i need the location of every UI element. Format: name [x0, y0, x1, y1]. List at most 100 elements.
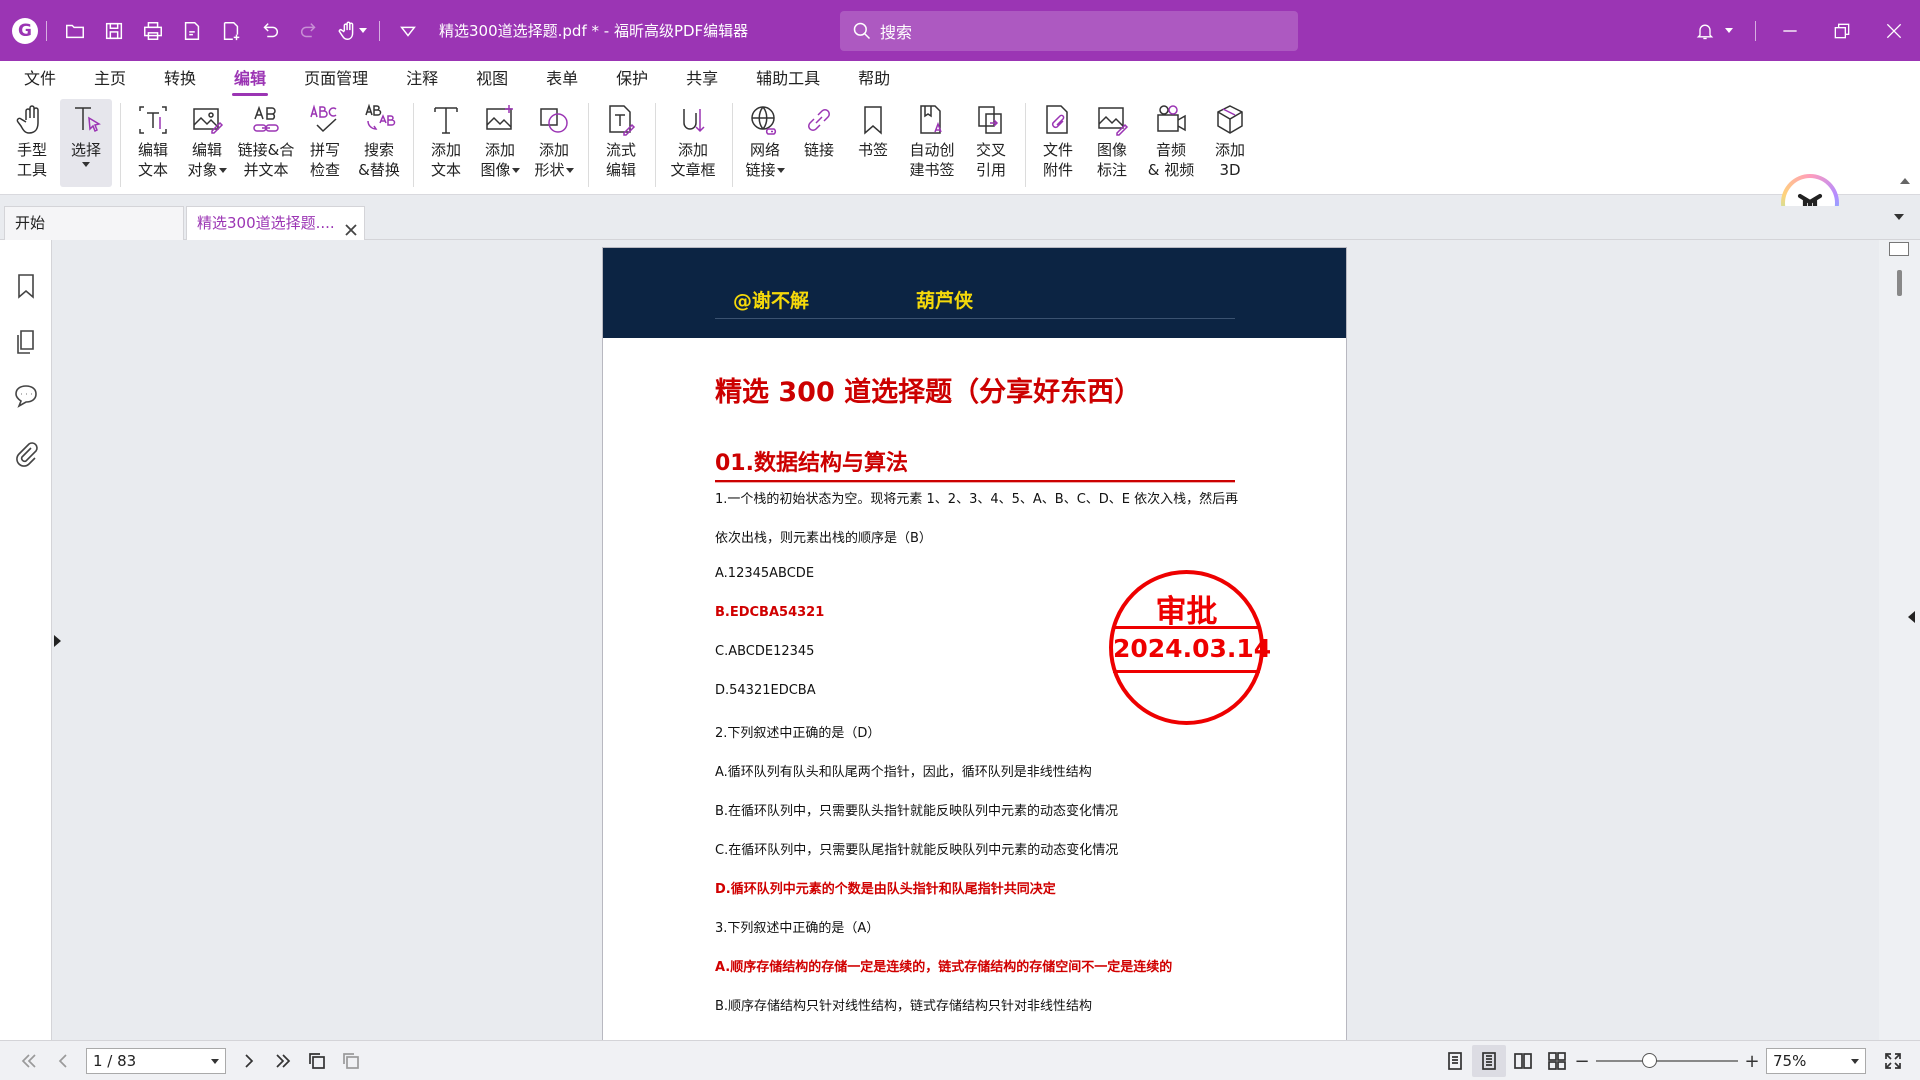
- select-button[interactable]: 选择: [60, 99, 112, 187]
- chevron-down-icon: [511, 168, 520, 173]
- zoom-in-button[interactable]: +: [1744, 1051, 1760, 1072]
- zoom-level-input[interactable]: 75%: [1766, 1048, 1866, 1074]
- document-viewer[interactable]: @谢不解 葫芦侠 精选 300 道选择题（分享好东西） 01.数据结构与算法 1…: [66, 240, 1879, 1040]
- zoom-slider-thumb[interactable]: [1642, 1053, 1657, 1068]
- extract-pages-button[interactable]: [334, 1045, 368, 1077]
- bookmark-button[interactable]: 书签: [847, 99, 899, 187]
- expand-panel-icon[interactable]: [54, 635, 61, 647]
- section-title: 01.数据结构与算法: [715, 451, 908, 476]
- add-3d-button[interactable]: 添加 3D: [1204, 99, 1256, 187]
- minimize-icon: [1783, 29, 1797, 32]
- tab-home[interactable]: 主页: [82, 61, 138, 99]
- first-page-button[interactable]: [12, 1045, 46, 1077]
- flow-edit-button[interactable]: 流式 编辑: [595, 99, 647, 187]
- tab-accessibility[interactable]: 辅助工具: [744, 61, 832, 99]
- quick-access-toolbar: [55, 12, 427, 50]
- continuous-facing-view-button[interactable]: [1540, 1045, 1574, 1077]
- tab-share[interactable]: 共享: [674, 61, 730, 99]
- comments-panel-button[interactable]: [12, 382, 40, 410]
- single-page-view-button[interactable]: [1438, 1045, 1472, 1077]
- bookmark-icon: [18, 274, 34, 299]
- continuous-view-button[interactable]: [1472, 1045, 1506, 1077]
- restore-button[interactable]: [1816, 0, 1868, 61]
- add-article-box-button[interactable]: 添加 文章框: [662, 99, 724, 187]
- collapse-ribbon-icon[interactable]: [1900, 178, 1910, 184]
- search-icon: [853, 22, 871, 40]
- scrollbar-thumb[interactable]: [1897, 270, 1902, 296]
- page-number-input[interactable]: 1 / 83: [86, 1047, 226, 1074]
- link-text-icon: [253, 105, 279, 132]
- close-button[interactable]: [1868, 0, 1920, 61]
- cross-reference-button[interactable]: 交叉 引用: [965, 99, 1017, 187]
- undo-button[interactable]: [250, 12, 289, 50]
- link-merge-text-button[interactable]: 链接&合 并文本: [235, 99, 297, 187]
- pages-panel-button[interactable]: [12, 328, 40, 356]
- chevron-down-icon[interactable]: [1725, 28, 1733, 33]
- web-link-button[interactable]: 网络 链接: [739, 99, 791, 187]
- spell-check-button[interactable]: 拼写 检查: [299, 99, 351, 187]
- comment-icon: [15, 385, 37, 408]
- flow-edit-label: 流式 编辑: [605, 141, 636, 179]
- chevron-down-icon: [218, 168, 227, 173]
- tab-view[interactable]: 视图: [464, 61, 520, 99]
- customize-toolbar-button[interactable]: [388, 12, 427, 50]
- tab-document[interactable]: 精选300道选择题....: [186, 206, 365, 240]
- edit-object-button[interactable]: 编辑 对象: [181, 99, 233, 187]
- file-attachment-button[interactable]: 文件 附件: [1032, 99, 1084, 187]
- redo-button[interactable]: [289, 12, 328, 50]
- stamp-rule: [1113, 670, 1260, 673]
- close-tab-button[interactable]: [344, 216, 358, 236]
- save-button[interactable]: [94, 12, 133, 50]
- next-page-button[interactable]: [232, 1045, 266, 1077]
- tab-file[interactable]: 文件: [12, 61, 68, 99]
- tab-list-dropdown-icon[interactable]: [1894, 214, 1904, 220]
- facing-view-button[interactable]: [1506, 1045, 1540, 1077]
- flow-edit-icon: [609, 105, 636, 136]
- right-panel-toggle-icon[interactable]: [1908, 611, 1915, 623]
- notifications-button[interactable]: [1685, 0, 1725, 61]
- chevron-down-icon[interactable]: [359, 28, 367, 33]
- print-button[interactable]: [133, 12, 172, 50]
- open-folder-button[interactable]: [55, 12, 94, 50]
- link-icon: [808, 109, 830, 131]
- image-annotation-button[interactable]: 图像 标注: [1086, 99, 1138, 187]
- app-logo-icon[interactable]: G: [12, 17, 38, 44]
- zoom-slider[interactable]: [1596, 1053, 1738, 1068]
- video-camera-icon: [1157, 105, 1186, 132]
- zoom-out-button[interactable]: −: [1574, 1051, 1590, 1072]
- create-pdf-button[interactable]: [172, 12, 211, 50]
- link-button[interactable]: 链接: [793, 99, 845, 187]
- tab-edit[interactable]: 编辑: [222, 61, 278, 99]
- attachments-panel-button[interactable]: [12, 440, 40, 468]
- tab-convert[interactable]: 转换: [152, 61, 208, 99]
- bookmarks-panel-button[interactable]: [12, 272, 40, 300]
- add-shape-button[interactable]: 添加 形状: [528, 99, 580, 187]
- audio-video-button[interactable]: 音频 & 视频: [1140, 99, 1202, 187]
- last-page-button[interactable]: [266, 1045, 300, 1077]
- minimize-button[interactable]: [1764, 0, 1816, 61]
- auto-bookmark-button[interactable]: 自动创 建书签: [901, 99, 963, 187]
- tab-comment[interactable]: 注释: [394, 61, 450, 99]
- tab-protect[interactable]: 保护: [604, 61, 660, 99]
- previous-page-button[interactable]: [46, 1045, 80, 1077]
- vertical-scrollbar[interactable]: [1879, 240, 1920, 1040]
- facing-pages-icon: [1514, 1053, 1532, 1069]
- search-box[interactable]: 搜索: [840, 11, 1298, 51]
- tab-form[interactable]: 表单: [534, 61, 590, 99]
- approval-stamp[interactable]: 审批 2024.03.14: [1109, 570, 1271, 725]
- new-file-button[interactable]: [211, 12, 250, 50]
- split-view-icon[interactable]: [1889, 242, 1909, 256]
- tab-help[interactable]: 帮助: [846, 61, 902, 99]
- edit-image-icon: [193, 108, 224, 134]
- add-text-button[interactable]: 添加 文本: [420, 99, 472, 187]
- hand-tool-button[interactable]: 手型 工具: [6, 99, 58, 187]
- spell-check-icon: [310, 104, 337, 133]
- tab-start[interactable]: 开始: [4, 206, 184, 240]
- search-replace-button[interactable]: 搜索 &替换: [353, 99, 405, 187]
- full-screen-button[interactable]: [1876, 1045, 1910, 1077]
- tab-page-management[interactable]: 页面管理: [292, 61, 380, 99]
- edit-text-button[interactable]: 编辑 文本: [127, 99, 179, 187]
- image-annotation-icon: [1098, 107, 1129, 136]
- add-image-button[interactable]: 添加 图像: [474, 99, 526, 187]
- rotate-view-button[interactable]: [300, 1045, 334, 1077]
